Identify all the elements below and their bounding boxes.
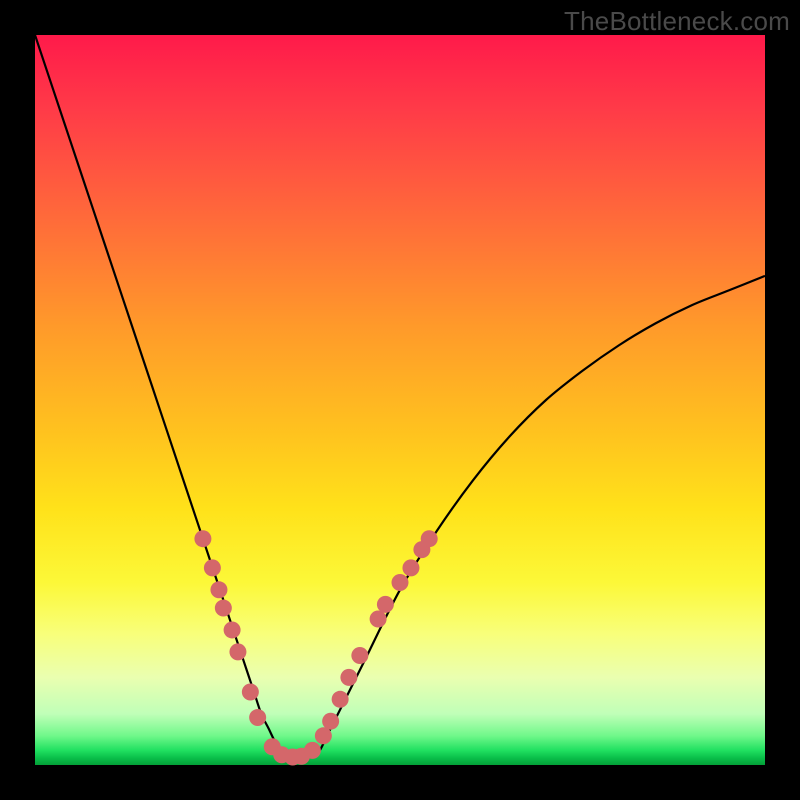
curve-marker	[229, 643, 246, 660]
curve-marker	[204, 559, 221, 576]
bottleneck-curve	[35, 35, 765, 758]
curve-marker	[322, 713, 339, 730]
curve-marker	[340, 669, 357, 686]
curve-marker	[402, 559, 419, 576]
watermark-text: TheBottleneck.com	[564, 6, 790, 37]
curve-marker	[377, 596, 394, 613]
curve-marker	[370, 611, 387, 628]
plot-area	[35, 35, 765, 765]
curve-marker	[392, 574, 409, 591]
curve-marker	[194, 530, 211, 547]
curve-marker	[315, 727, 332, 744]
chart-frame: TheBottleneck.com	[0, 0, 800, 800]
curve-svg	[35, 35, 765, 765]
curve-markers	[194, 530, 437, 765]
curve-marker	[332, 691, 349, 708]
curve-marker	[210, 581, 227, 598]
curve-marker	[215, 600, 232, 617]
curve-marker	[242, 684, 259, 701]
curve-marker	[249, 709, 266, 726]
curve-marker	[224, 621, 241, 638]
curve-marker	[351, 647, 368, 664]
curve-marker	[304, 742, 321, 759]
curve-marker	[421, 530, 438, 547]
